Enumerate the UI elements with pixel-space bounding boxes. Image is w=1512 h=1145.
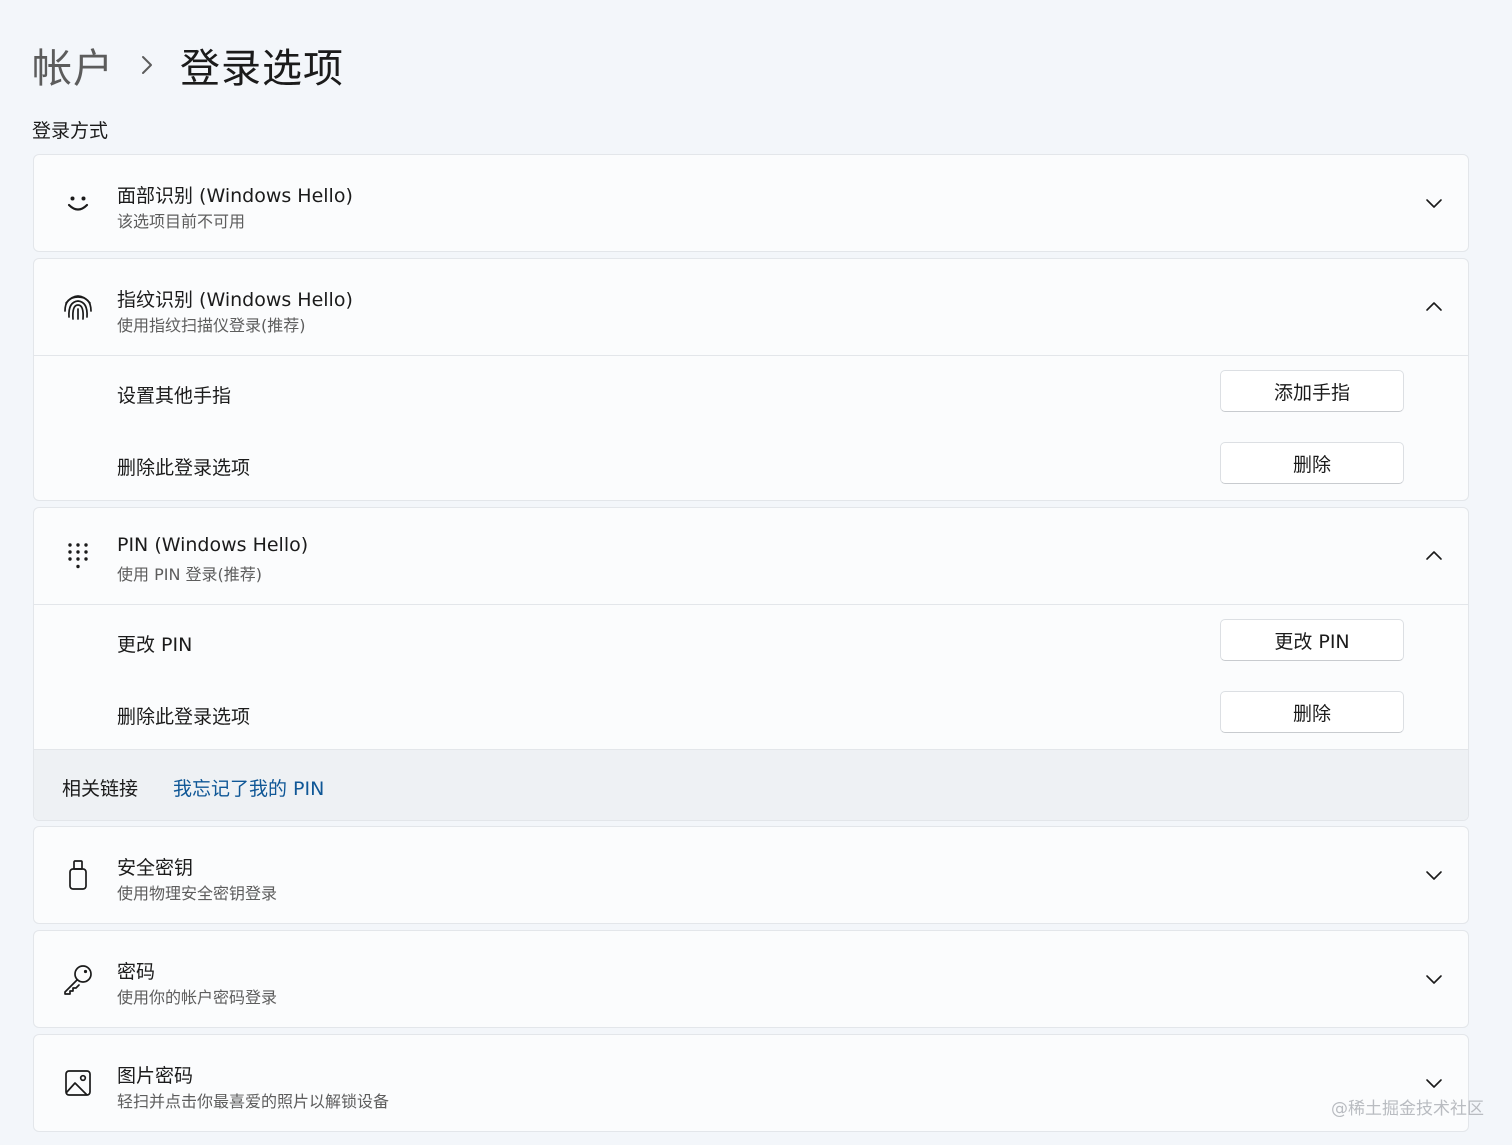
change-pin-button[interactable]: 更改 PIN — [1220, 619, 1404, 661]
option-card-pin: PIN (Windows Hello) 使用 PIN 登录(推荐) 更改 PIN… — [33, 507, 1469, 821]
page-title: 登录选项 — [180, 46, 344, 92]
related-links: 相关链接 我忘记了我的 PIN — [34, 749, 1468, 820]
option-subtitle: 轻扫并点击你最喜爱的照片以解锁设备 — [117, 1092, 390, 1111]
setting-row-add-finger: 设置其他手指 添加手指 — [34, 356, 1468, 428]
chevron-down-icon[interactable] — [1420, 861, 1448, 889]
option-card-password: 密码 使用你的帐户密码登录 — [33, 930, 1469, 1028]
setting-row-remove-fingerprint: 删除此登录选项 删除 — [34, 428, 1468, 500]
option-title: 图片密码 — [117, 1065, 194, 1087]
option-details-fingerprint: 设置其他手指 添加手指 删除此登录选项 删除 — [34, 355, 1468, 500]
option-card-face: 面部识别 (Windows Hello) 该选项目前不可用 — [33, 154, 1469, 252]
option-card-fingerprint: 指纹识别 (Windows Hello) 使用指纹扫描仪登录(推荐) 设置其他手… — [33, 258, 1469, 501]
image-icon — [58, 1063, 98, 1103]
option-card-picture-password: 图片密码 轻扫并点击你最喜爱的照片以解锁设备 — [33, 1034, 1469, 1132]
option-subtitle: 该选项目前不可用 — [117, 212, 246, 231]
option-title: 指纹识别 (Windows Hello) — [117, 289, 353, 311]
related-links-label: 相关链接 — [62, 778, 139, 800]
add-finger-button[interactable]: 添加手指 — [1220, 370, 1404, 412]
usb-key-icon — [58, 855, 98, 895]
option-details-pin: 更改 PIN 更改 PIN 删除此登录选项 删除 相关链接 我忘记了我的 PIN — [34, 604, 1468, 820]
breadcrumb-parent-accounts[interactable]: 帐户 — [32, 36, 114, 94]
fingerprint-icon — [58, 287, 98, 327]
setting-label: 更改 PIN — [117, 634, 193, 656]
chevron-down-icon[interactable] — [1420, 965, 1448, 993]
option-subtitle: 使用物理安全密钥登录 — [117, 884, 278, 903]
option-header-face[interactable]: 面部识别 (Windows Hello) 该选项目前不可用 — [34, 155, 1468, 251]
option-card-security-key: 安全密钥 使用物理安全密钥登录 — [33, 826, 1469, 924]
option-subtitle: 使用指纹扫描仪登录(推荐) — [117, 316, 306, 335]
chevron-up-icon[interactable] — [1420, 542, 1448, 570]
key-icon — [58, 959, 98, 999]
option-header-security-key[interactable]: 安全密钥 使用物理安全密钥登录 — [34, 827, 1468, 923]
option-title: 面部识别 (Windows Hello) — [117, 185, 353, 207]
setting-row-change-pin: 更改 PIN 更改 PIN — [34, 605, 1468, 677]
option-title: 安全密钥 — [117, 857, 194, 879]
setting-label: 删除此登录选项 — [117, 457, 251, 479]
option-header-fingerprint[interactable]: 指纹识别 (Windows Hello) 使用指纹扫描仪登录(推荐) — [34, 259, 1468, 355]
forgot-pin-link[interactable]: 我忘记了我的 PIN — [173, 774, 324, 801]
chevron-up-icon[interactable] — [1420, 293, 1448, 321]
option-header-picture-password[interactable]: 图片密码 轻扫并点击你最喜爱的照片以解锁设备 — [34, 1035, 1468, 1131]
setting-label: 删除此登录选项 — [117, 706, 251, 728]
option-title: 密码 — [117, 961, 156, 983]
chevron-right-icon — [114, 45, 180, 85]
option-header-pin[interactable]: PIN (Windows Hello) 使用 PIN 登录(推荐) — [34, 508, 1468, 604]
setting-label: 设置其他手指 — [117, 385, 232, 407]
option-title: PIN (Windows Hello) — [117, 534, 309, 556]
section-title-sign-in-methods: 登录方式 — [32, 120, 109, 142]
remove-pin-button[interactable]: 删除 — [1220, 691, 1404, 733]
keypad-icon — [58, 536, 98, 576]
option-subtitle: 使用 PIN 登录(推荐) — [117, 565, 262, 584]
face-smile-icon — [58, 183, 98, 223]
option-header-password[interactable]: 密码 使用你的帐户密码登录 — [34, 931, 1468, 1027]
remove-fingerprint-button[interactable]: 删除 — [1220, 442, 1404, 484]
setting-row-remove-pin: 删除此登录选项 删除 — [34, 677, 1468, 749]
option-subtitle: 使用你的帐户密码登录 — [117, 988, 278, 1007]
watermark: @稀土掘金技术社区 — [1331, 1099, 1484, 1119]
chevron-down-icon[interactable] — [1420, 1069, 1448, 1097]
breadcrumb: 帐户 登录选项 — [32, 34, 344, 96]
chevron-down-icon[interactable] — [1420, 189, 1448, 217]
